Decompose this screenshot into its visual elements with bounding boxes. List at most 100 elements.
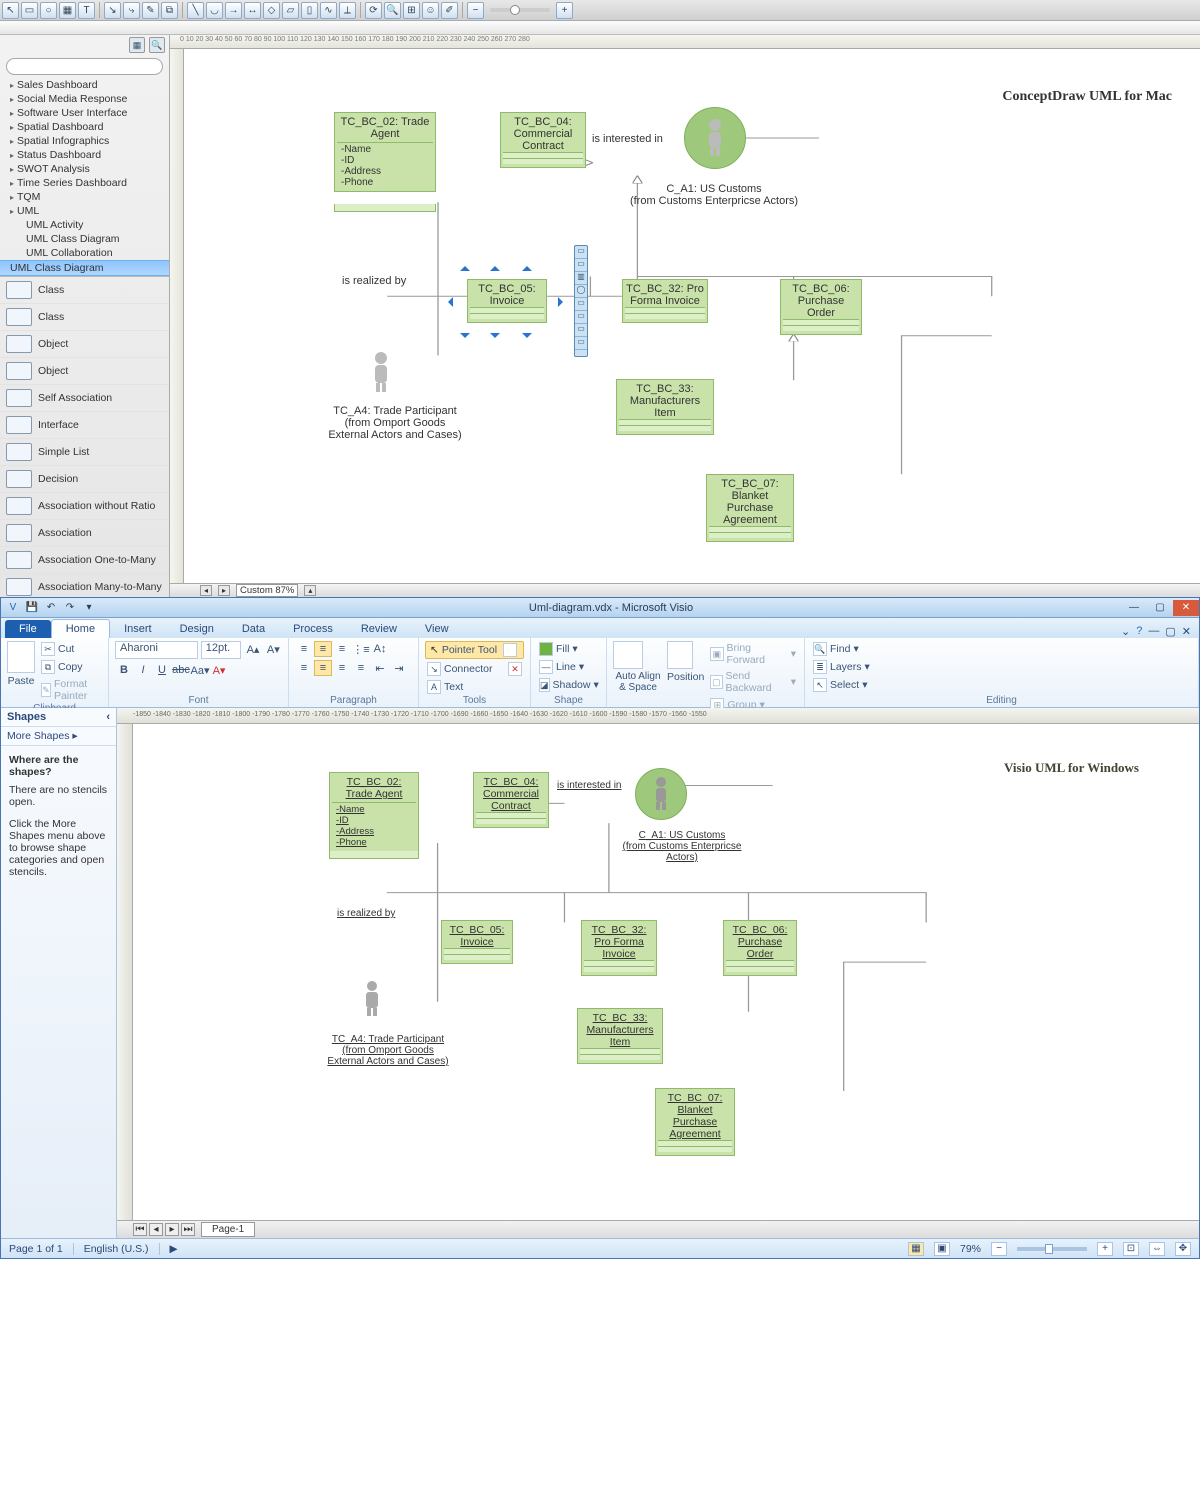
underline-icon[interactable]: U [153, 662, 171, 678]
fit-width-icon[interactable]: ⇔ [1149, 1242, 1165, 1256]
line-tool-icon[interactable]: ╲ [187, 2, 204, 19]
paste-icon[interactable] [7, 641, 35, 673]
stencil-item[interactable]: Association [0, 520, 169, 547]
align-bottom-icon[interactable]: ≡ [333, 641, 351, 657]
visio-canvas[interactable]: Visio UML for Windows TC_BC_02: Trade Ag… [133, 724, 1199, 1220]
tree-item[interactable]: UML Class Diagram [0, 232, 169, 246]
shape3-tool-icon[interactable]: ▯ [301, 2, 318, 19]
copy-tool-icon[interactable]: ⧉ [161, 2, 178, 19]
connector2-tool-icon[interactable]: ⤷ [123, 2, 140, 19]
vuml-invoice[interactable]: TC_BC_05: Invoice [441, 920, 513, 964]
page-next-icon[interactable]: ▸ [218, 585, 230, 596]
vuml-manufacturers[interactable]: TC_BC_33: Manufacturers Item [577, 1008, 663, 1064]
find-button[interactable]: 🔍Find ▾ [811, 641, 1192, 657]
shapes-collapse-icon[interactable]: ‹ [106, 711, 110, 723]
tree-item[interactable]: Spatial Dashboard [0, 120, 169, 134]
fit-page-icon[interactable]: ⊡ [1123, 1242, 1139, 1256]
pointer-tool-icon[interactable]: ↖ [2, 2, 19, 19]
tree-item[interactable]: TQM [0, 190, 169, 204]
shadow-button[interactable]: ◪Shadow ▾ [537, 677, 600, 693]
person-tool-icon[interactable]: ☺ [422, 2, 439, 19]
qat-dropdown-icon[interactable]: ▾ [81, 600, 97, 615]
ribbon-tab-insert[interactable]: Insert [110, 620, 166, 638]
font-shrink-icon[interactable]: A▾ [265, 641, 282, 657]
uml-class-purchase-order[interactable]: TC_BC_06: Purchase Order [780, 279, 862, 335]
smart-extend-panel[interactable]: ▭▭▥◯▭▭▭▭ [574, 245, 588, 357]
tree-item[interactable]: Status Dashboard [0, 148, 169, 162]
ribbon-tab-process[interactable]: Process [279, 620, 347, 638]
doc-close-icon[interactable]: ✕ [1182, 625, 1191, 638]
maximize-icon[interactable]: ▢ [1147, 600, 1173, 616]
macro-record-icon[interactable]: ▶ [170, 1243, 178, 1255]
uml-class-commercial-contract[interactable]: TC_BC_04: Commercial Contract [500, 112, 586, 168]
tree-item[interactable]: UML Class Diagram [0, 260, 169, 276]
indent-inc-icon[interactable]: ⇥ [390, 660, 408, 676]
shape2-tool-icon[interactable]: ▱ [282, 2, 299, 19]
zoom-tool-icon[interactable]: 🔍 [384, 2, 401, 19]
stencil-item[interactable]: Object [0, 358, 169, 385]
vuml-blanket[interactable]: TC_BC_07: Blanket Purchase Agreement [655, 1088, 735, 1156]
layers-button[interactable]: ≣Layers ▾ [811, 659, 1192, 675]
doc-min-icon[interactable]: — [1148, 625, 1159, 638]
bold-icon[interactable]: B [115, 662, 133, 678]
stencil-item[interactable]: Association One-to-Many [0, 547, 169, 574]
uml-actor-participant[interactable] [364, 351, 398, 393]
undo-icon[interactable]: ↶ [43, 600, 59, 615]
vuml-actor-customs[interactable] [635, 768, 687, 820]
zoom-display[interactable]: Custom 87% [236, 584, 298, 597]
stencil-item[interactable]: Simple List [0, 439, 169, 466]
align-middle-icon[interactable]: ≡ [314, 641, 332, 657]
tree-item[interactable]: Sales Dashboard [0, 78, 169, 92]
text-direction-icon[interactable]: A↕ [371, 641, 389, 657]
bullets-icon[interactable]: ⋮≡ [352, 641, 370, 657]
save-icon[interactable]: 💾 [24, 600, 40, 615]
connector-tool-button[interactable]: ↘Connector✕ [425, 661, 524, 677]
zoom-out-icon[interactable]: − [991, 1242, 1007, 1256]
ribbon-tab-view[interactable]: View [411, 620, 463, 638]
redo-icon[interactable]: ↷ [62, 600, 78, 615]
shape-tool-icon[interactable]: ◇ [263, 2, 280, 19]
vuml-trade-agent[interactable]: TC_BC_02: Trade Agent -Name -ID -Address… [329, 772, 419, 852]
copy-button[interactable]: ⧉Copy [39, 659, 102, 675]
font-size-select[interactable]: 12pt. [201, 641, 242, 659]
arc-tool-icon[interactable]: ◡ [206, 2, 223, 19]
tree-item[interactable]: UML Activity [0, 218, 169, 232]
format-painter-button[interactable]: ✎Format Painter [39, 677, 102, 703]
zoom-slider[interactable] [490, 8, 550, 12]
send-backward-button[interactable]: ▢Send Backward ▾ [708, 669, 798, 695]
pan-zoom-icon[interactable]: ✥ [1175, 1242, 1191, 1256]
tree-item[interactable]: Software User Interface [0, 106, 169, 120]
stencil-item[interactable]: Interface [0, 412, 169, 439]
uml-class-blanket[interactable]: TC_BC_07: Blanket Purchase Agreement [706, 474, 794, 542]
tree-item[interactable]: Social Media Response [0, 92, 169, 106]
tree-item[interactable]: UML [0, 204, 169, 218]
page-tab[interactable]: Page-1 [201, 1222, 255, 1237]
view-fullscreen-icon[interactable]: ▣ [934, 1242, 950, 1256]
uml-actor-circle-customs[interactable] [684, 107, 746, 169]
help-icon[interactable]: ? [1136, 625, 1142, 638]
arrow-tool-icon[interactable]: → [225, 2, 242, 19]
ribbon-tab-file[interactable]: File [5, 620, 51, 638]
zoom-slider[interactable] [1017, 1247, 1087, 1251]
status-language[interactable]: English (U.S.) [84, 1243, 149, 1255]
paste-button[interactable]: Paste [7, 675, 35, 687]
search-toggle-icon[interactable]: 🔍 [149, 37, 165, 53]
autoalign-button[interactable]: Auto Align & Space [613, 671, 663, 693]
stencil-item[interactable]: Association Many-to-Many [0, 574, 169, 597]
tab-last-icon[interactable]: ⏭ [181, 1223, 195, 1236]
zoom-out-icon[interactable]: − [467, 2, 484, 19]
zoom-in-icon[interactable]: + [1097, 1242, 1113, 1256]
bring-forward-button[interactable]: ▣Bring Forward ▾ [708, 641, 798, 667]
select-button[interactable]: ↖Select ▾ [811, 677, 1192, 693]
textcase-icon[interactable]: Aa▾ [191, 662, 209, 678]
vuml-actor-participant[interactable] [355, 980, 389, 1018]
tab-first-icon[interactable]: ⏮ [133, 1223, 147, 1236]
ribbon-minimize-icon[interactable]: ⌄ [1121, 625, 1130, 638]
arrow2-tool-icon[interactable]: ↔ [244, 2, 261, 19]
refresh-tool-icon[interactable]: ⟳ [365, 2, 382, 19]
freehand-tool-icon[interactable]: ∿ [320, 2, 337, 19]
uml-class-trade-agent[interactable]: TC_BC_02: Trade Agent -Name -ID -Address… [334, 112, 436, 192]
uml-class-invoice[interactable]: TC_BC_05: Invoice [467, 279, 547, 323]
position-button[interactable]: Position [667, 671, 704, 683]
search-input[interactable] [6, 58, 163, 75]
